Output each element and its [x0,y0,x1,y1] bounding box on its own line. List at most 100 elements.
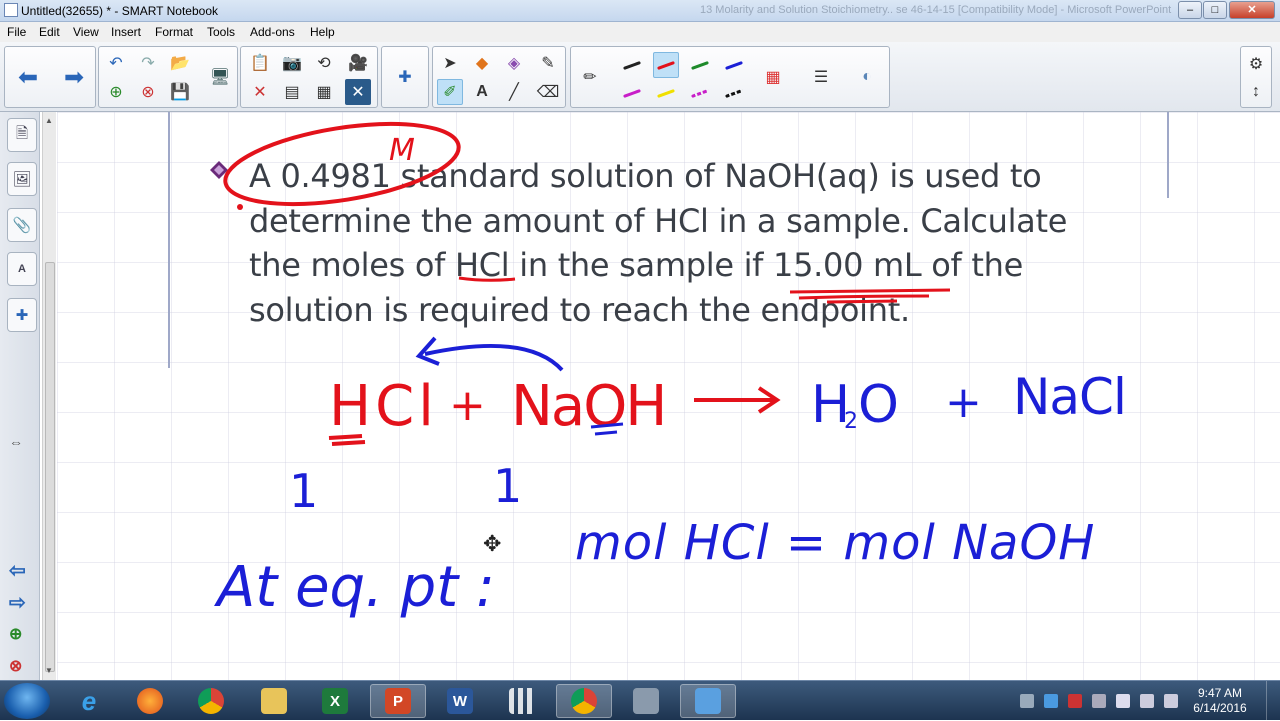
chrome-2-button[interactable] [556,684,612,718]
undo-redo-icon[interactable]: ⟲ [311,50,337,76]
delete-icon[interactable]: ✕ [247,79,273,105]
pen-red-icon[interactable] [653,52,679,78]
menu-tools[interactable]: Tools [207,25,235,39]
forward-icon[interactable]: ➡ [61,64,87,91]
paste-icon[interactable]: 📋 [247,50,273,76]
pen-blue-icon[interactable] [721,52,747,78]
redo-icon[interactable]: ↷ [135,50,161,76]
word-button[interactable]: W [432,684,488,718]
line-style-icon[interactable]: ☰ [808,64,834,90]
ink-reaction-plus[interactable]: + [449,380,486,431]
clock[interactable]: 9:47 AM 6/14/2016 [1190,686,1250,716]
screen-capture-icon[interactable]: 📷 [279,50,305,76]
menu-addons[interactable]: Add-ons [250,25,295,39]
ink-reaction-naoh[interactable]: NaOH [511,374,667,439]
text-icon[interactable]: A [469,79,495,105]
table-icon[interactable]: ▤ [279,79,305,105]
vertical-scrollbar[interactable]: ▲ ▼ [42,112,56,680]
menu-edit[interactable]: Edit [39,25,60,39]
menu-insert[interactable]: Insert [111,25,141,39]
notebook-canvas[interactable]: A 0.4981 standard solution of NaOH(aq) i… [57,112,1280,680]
pens-icon[interactable]: ✐ [437,79,463,105]
clear-page-icon[interactable]: ▦ [311,79,337,105]
ink-reaction-arrow[interactable] [694,386,781,414]
tray-camera-icon[interactable] [1020,694,1034,708]
scroll-thumb[interactable] [45,262,55,672]
move-toolbar-icon[interactable]: ↕ [1243,79,1269,105]
minimize-button[interactable]: – [1178,1,1202,19]
smart-apps-button[interactable] [494,684,550,718]
new-page-icon[interactable]: ⊕ [103,79,129,105]
tray-app-icon[interactable] [1044,694,1058,708]
menu-help[interactable]: Help [310,25,335,39]
ink-product-subscript[interactable]: 2 [844,409,858,434]
ink-equation[interactable]: mol HCl = mol NaOH [575,515,1095,571]
smart-notebook-app-icon[interactable] [4,3,18,17]
pen-magenta-icon[interactable] [619,80,645,106]
add-page-icon[interactable]: ⊕ [9,624,22,644]
menu-format[interactable]: Format [155,25,193,39]
scroll-up-icon[interactable]: ▲ [45,116,53,125]
ink-circle-molarity[interactable] [220,112,464,218]
save-icon[interactable]: 💾 [167,79,193,105]
delete-page-icon[interactable]: ⊗ [135,79,161,105]
ink-swap-arrow[interactable] [424,343,564,372]
next-page-icon[interactable]: ⇨ [9,590,26,615]
ink-underline-volume[interactable] [789,288,951,304]
delete-x-icon[interactable]: ✕ [345,79,371,105]
ink-coefficient-hcl[interactable]: 1 [289,464,318,518]
resize-sidebar-icon[interactable]: ⇔ [9,434,23,450]
tray-tools-icon[interactable] [1092,694,1106,708]
start-button[interactable] [4,683,50,719]
magic-pen-icon[interactable]: ✎ [535,50,561,76]
show-desktop-button[interactable] [1266,681,1280,721]
delete-page-side-icon[interactable]: ⊗ [9,656,22,676]
previous-page-icon[interactable]: ⇦ [9,558,26,583]
addons-tab[interactable]: ✚ [7,298,37,332]
tray-shield-icon[interactable] [1116,694,1130,708]
document-camera-icon[interactable]: 🎥 [345,50,371,76]
pen-green-icon[interactable] [687,52,713,78]
pen-black-dash-icon[interactable] [721,80,747,106]
scroll-down-icon[interactable]: ▼ [45,666,53,675]
fill-icon[interactable]: ◐ [854,64,880,90]
shapes-icon[interactable]: ◆ [469,50,495,76]
firefox-button[interactable] [122,684,178,718]
line-icon[interactable]: ╱ [501,79,527,105]
ink-coefficient-naoh[interactable]: 1 [493,459,522,513]
properties-tab[interactable]: A [7,252,37,286]
powerpoint-button[interactable]: P [370,684,426,718]
addons-icon[interactable]: ✚ [392,64,418,90]
open-icon[interactable]: 📂 [167,50,193,76]
close-button[interactable]: ✕ [1229,1,1275,19]
menu-view[interactable]: View [73,25,99,39]
ink-reaction-hcl[interactable]: HCl [329,374,438,439]
tray-volume-icon[interactable] [1164,694,1178,708]
maximize-button[interactable]: □ [1203,1,1227,19]
colors-icon[interactable]: ▦ [760,64,786,90]
ink-layer[interactable]: M HCl + NaOH H 2 O + NaCl 1 1 At eq. pt … [57,112,1280,680]
smart-notebook-button[interactable] [680,684,736,718]
pen-properties-icon[interactable]: ✏ [577,64,603,90]
pen-magenta-dash-icon[interactable] [687,80,713,106]
chrome-button[interactable] [183,684,239,718]
excel-button[interactable]: X [307,684,363,718]
back-icon[interactable]: ⬅ [15,64,41,91]
gallery-tab[interactable]: 🖼 [7,162,37,196]
document-camera-button[interactable] [618,684,674,718]
eraser2-icon[interactable]: ⌫ [535,79,561,105]
ink-underline-hcl[interactable] [458,276,516,282]
screen-shade-icon[interactable]: 🖥 [207,64,233,90]
pen-black-icon[interactable] [619,52,645,78]
ink-product-nacl[interactable]: NaCl [1013,368,1127,426]
ink-product-o[interactable]: O [858,375,899,435]
ink-molarity-label[interactable]: M [389,133,415,168]
internet-explorer-button[interactable]: e [61,684,117,718]
page-sorter-tab[interactable]: 🗎 [7,118,37,152]
attachments-tab[interactable]: 📎 [7,208,37,242]
file-explorer-button[interactable] [246,684,302,718]
menu-file[interactable]: File [7,25,26,39]
ink-product-plus[interactable]: + [945,377,982,428]
select-icon[interactable]: ➤ [437,50,463,76]
settings-icon[interactable]: ⚙ [1243,51,1269,77]
